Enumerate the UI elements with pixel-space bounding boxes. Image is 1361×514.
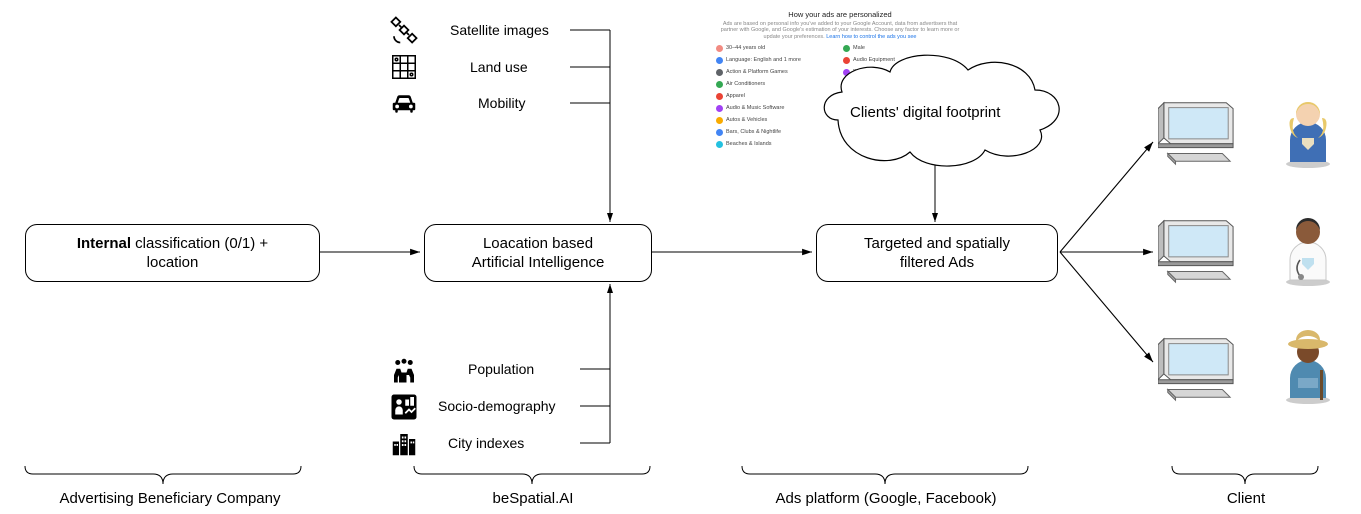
client-persona-farmer (1278, 328, 1338, 404)
client-persona-doctor (1278, 210, 1338, 286)
label-mobility: Mobility (478, 95, 525, 111)
caption-client: Client (1172, 490, 1320, 507)
caption-bespatial: beSpatial.AI (414, 490, 652, 507)
client-monitor-1 (1158, 100, 1236, 166)
diagram-stage: How your ads are personalized Ads are ba… (0, 0, 1361, 514)
population-icon (388, 354, 420, 386)
landuse-icon (388, 51, 420, 83)
city-icon (388, 428, 420, 460)
caption-advertiser: Advertising Beneficiary Company (25, 490, 315, 507)
node-targeted-ads: Targeted and spatially filtered Ads (816, 224, 1058, 282)
label-population: Population (468, 361, 534, 377)
label-satellite: Satellite images (450, 22, 549, 38)
sociodemo-icon (388, 391, 420, 423)
caption-ads-platform: Ads platform (Google, Facebook) (742, 490, 1030, 507)
satellite-icon (388, 14, 420, 46)
car-icon (388, 88, 420, 120)
node-internal-classification: Internal classification (0/1) + location (25, 224, 320, 282)
label-sociodemo: Socio-demography (438, 398, 556, 414)
node-ads-text: Targeted and spatially filtered Ads (864, 234, 1010, 273)
client-persona-businesswoman (1278, 92, 1338, 168)
node-location-ai: Loacation based Artificial Intelligence (424, 224, 652, 282)
cloud-label: Clients' digital footprint (850, 104, 1000, 121)
client-monitor-3 (1158, 336, 1236, 402)
label-cityindex: City indexes (448, 435, 524, 451)
label-landuse: Land use (470, 59, 528, 75)
client-monitor-2 (1158, 218, 1236, 284)
node-ai-text: Loacation based Artificial Intelligence (472, 234, 605, 273)
node-internal-text: Internal classification (0/1) + location (77, 234, 268, 273)
